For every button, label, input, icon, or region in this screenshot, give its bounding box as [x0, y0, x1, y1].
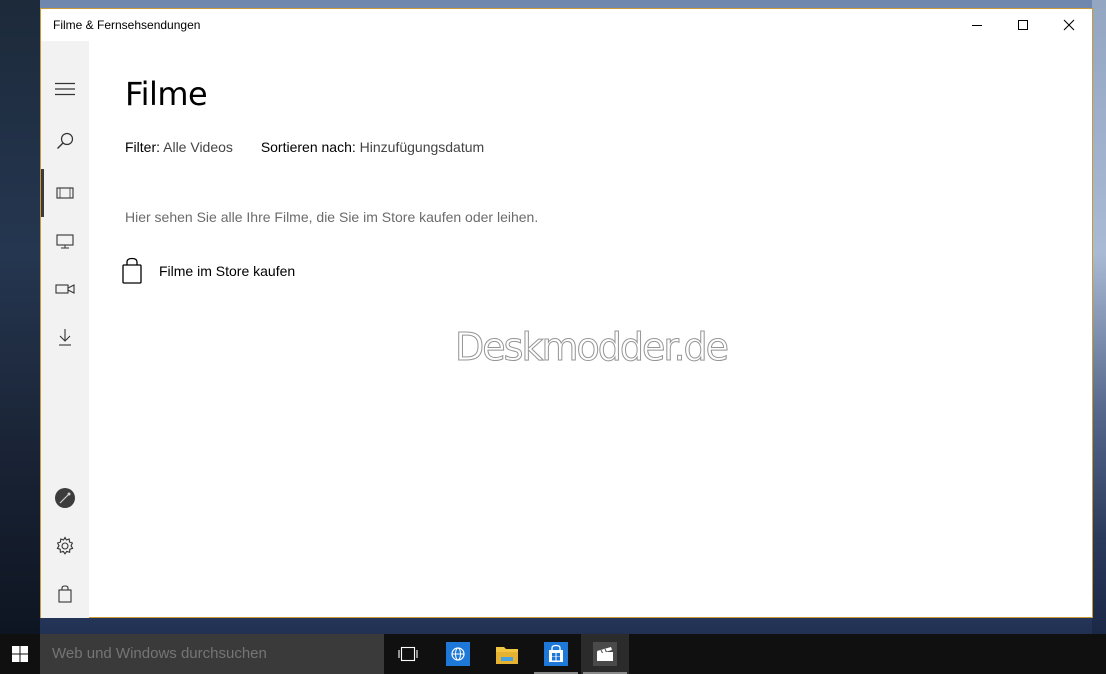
nav-item-tv[interactable] — [41, 217, 89, 265]
minimize-button[interactable] — [954, 9, 1000, 41]
edge-browser-icon — [446, 642, 470, 666]
taskbar-movies-tv-button[interactable] — [581, 634, 629, 674]
main-content: Filme Filter: Alle Videos Sortieren nach… — [89, 41, 1092, 618]
hamburger-menu-button[interactable] — [41, 65, 89, 113]
nav-item-videos[interactable] — [41, 265, 89, 313]
store-bag-icon — [58, 585, 72, 603]
nav-item-downloads[interactable] — [41, 313, 89, 361]
watermark: Deskmodder.de — [454, 325, 729, 370]
buy-in-store-label: Filme im Store kaufen — [159, 263, 296, 279]
task-view-button[interactable] — [384, 634, 432, 674]
account-button[interactable] — [41, 474, 89, 522]
close-icon — [1063, 19, 1075, 31]
windows-logo-icon — [12, 646, 28, 662]
app-window: Filme & Fernsehsendungen Filme Filter: A… — [40, 8, 1093, 618]
shopping-bag-icon — [122, 257, 142, 284]
taskbar-search-input[interactable] — [40, 634, 384, 674]
film-icon — [56, 187, 74, 199]
buy-in-store-link[interactable]: Filme im Store kaufen — [121, 257, 295, 285]
taskbar — [0, 634, 1106, 674]
user-avatar-icon — [55, 488, 75, 508]
taskbar-store-button[interactable] — [532, 634, 580, 674]
tv-icon — [56, 234, 74, 249]
task-view-icon — [398, 646, 418, 662]
filter-dropdown[interactable]: Filter: Alle Videos — [125, 139, 237, 155]
filter-label: Filter: — [125, 139, 160, 155]
start-button[interactable] — [0, 634, 40, 674]
desktop-background-left — [0, 0, 40, 634]
maximize-icon — [1018, 20, 1028, 30]
sort-label: Sortieren nach: — [260, 139, 356, 155]
download-icon — [59, 329, 71, 346]
title-bar[interactable]: Filme & Fernsehsendungen — [41, 9, 1092, 41]
desktop-background-right — [1092, 0, 1106, 634]
window-title: Filme & Fernsehsendungen — [53, 18, 201, 32]
video-camera-icon — [55, 284, 75, 294]
close-button[interactable] — [1046, 9, 1092, 41]
search-button[interactable] — [41, 117, 89, 165]
sort-dropdown[interactable]: Sortieren nach: Hinzufügungsdatum — [261, 139, 484, 155]
filter-value: Alle Videos — [163, 139, 233, 155]
filter-sort-row: Filter: Alle Videos Sortieren nach: Hinz… — [125, 139, 508, 155]
navigation-sidebar — [41, 41, 89, 618]
minimize-icon — [972, 25, 982, 26]
store-button[interactable] — [41, 570, 89, 618]
nav-item-filme[interactable] — [41, 169, 89, 217]
page-title: Filme — [125, 75, 208, 113]
movies-tv-icon — [593, 642, 617, 666]
empty-state-description: Hier sehen Sie alle Ihre Filme, die Sie … — [125, 209, 539, 225]
taskbar-edge-button[interactable] — [434, 634, 482, 674]
maximize-button[interactable] — [1000, 9, 1046, 41]
taskbar-explorer-button[interactable] — [483, 634, 531, 674]
gear-icon — [56, 536, 74, 555]
settings-button[interactable] — [41, 522, 89, 570]
search-icon — [57, 132, 74, 149]
hamburger-menu-icon — [55, 82, 75, 96]
store-icon — [544, 642, 568, 666]
sort-value: Hinzufügungsdatum — [359, 139, 485, 155]
file-explorer-icon — [496, 647, 518, 664]
